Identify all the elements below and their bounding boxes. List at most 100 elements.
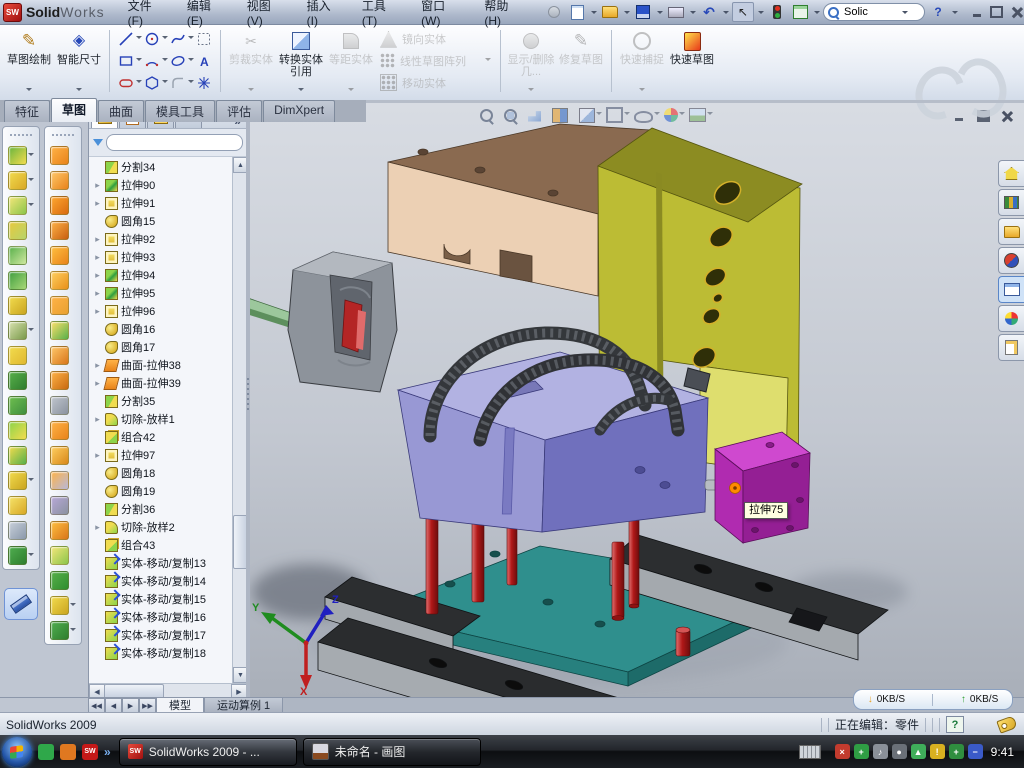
surface-tool-button[interactable]	[47, 245, 79, 266]
quick-launch-icon[interactable]	[38, 744, 54, 760]
surface-tool-button[interactable]	[47, 520, 79, 541]
feature-tool-button[interactable]	[5, 270, 37, 291]
lasso-select-tool[interactable]	[195, 30, 213, 48]
surface-tool-button[interactable]	[47, 145, 79, 166]
arc-tool[interactable]	[143, 52, 161, 70]
tree-item[interactable]: ▸ 切除-放样2	[89, 518, 232, 536]
surface-tool-button[interactable]	[47, 320, 79, 341]
tree-item[interactable]: ▸ 组合42	[89, 428, 232, 446]
surface-tool-button[interactable]	[47, 395, 79, 416]
filter-input[interactable]	[106, 134, 243, 151]
sketch-fillet-tool[interactable]	[169, 74, 187, 92]
open-caret-icon[interactable]	[624, 11, 630, 17]
options-button[interactable]	[790, 3, 810, 21]
surface-tool-button[interactable]	[47, 570, 79, 591]
quick-launch-icon[interactable]	[60, 744, 76, 760]
hud-button[interactable]	[528, 109, 548, 122]
tree-item[interactable]: ▸ 圆角16	[89, 320, 232, 338]
surface-tool-button[interactable]	[47, 370, 79, 391]
task-pane-tab[interactable]	[998, 189, 1024, 216]
tree-item[interactable]: ▸ 实体-移动/复制14	[89, 572, 232, 590]
tree-item[interactable]: ▸ 实体-移动/复制18	[89, 644, 232, 662]
start-button[interactable]	[2, 737, 32, 767]
surface-tool-button[interactable]	[47, 170, 79, 191]
tab-last-button[interactable]: ▶▶	[139, 698, 156, 713]
tree-item[interactable]: ▸ 曲面-拉伸38	[89, 356, 232, 374]
slot-tool[interactable]	[117, 74, 135, 92]
restore-button[interactable]	[989, 6, 1004, 19]
tree-item[interactable]: ▸ 曲面-拉伸39	[89, 374, 232, 392]
hud-button[interactable]	[664, 108, 685, 122]
expander-icon[interactable]: ▸	[93, 180, 102, 191]
tray-icon[interactable]: !	[930, 744, 945, 759]
quick-launch-overflow[interactable]: »	[104, 745, 111, 759]
feature-tool-button[interactable]	[5, 220, 37, 241]
command-tab[interactable]: 模具工具	[145, 100, 215, 122]
search-input[interactable]	[842, 5, 898, 19]
menu-item[interactable]: 帮助(H)	[475, 0, 534, 31]
tree-item[interactable]: ▸ 分割35	[89, 392, 232, 410]
scroll-down-icon[interactable]: ▼	[233, 667, 247, 683]
model-clamp-unit[interactable]	[248, 252, 397, 392]
line-tool[interactable]	[117, 30, 135, 48]
tree-item[interactable]: ▸ 拉伸96	[89, 302, 232, 320]
undo-button[interactable]: ↶	[699, 3, 719, 21]
surface-tool-button[interactable]	[47, 595, 79, 616]
feature-tool-button[interactable]	[5, 395, 37, 416]
feature-tool-button[interactable]	[5, 345, 37, 366]
feature-tool-button[interactable]	[5, 445, 37, 466]
document-tab[interactable]: 模型	[156, 698, 204, 713]
surface-tool-button[interactable]	[47, 220, 79, 241]
hud-button[interactable]	[579, 108, 602, 123]
surface-tool-button[interactable]	[47, 295, 79, 316]
smart-dimension-button[interactable]: ◈ 智能尺寸	[54, 26, 104, 96]
tree-item[interactable]: ▸ 圆角15	[89, 212, 232, 230]
tree-item[interactable]: ▸ 实体-移动/复制17	[89, 626, 232, 644]
taskbar-clock[interactable]: 9:41	[991, 745, 1014, 759]
print-button[interactable]	[666, 3, 686, 21]
tray-icon[interactable]: ×	[835, 744, 850, 759]
ellipse-tool[interactable]	[169, 52, 187, 70]
hud-button[interactable]	[634, 107, 660, 123]
surface-tool-button[interactable]	[47, 495, 79, 516]
feature-tool-button[interactable]	[5, 320, 37, 341]
tree-item[interactable]: ▸ 拉伸93	[89, 248, 232, 266]
feature-tool-button[interactable]	[5, 420, 37, 441]
tab-first-button[interactable]: ◀◀	[88, 698, 105, 713]
tree-item[interactable]: ▸ 圆角19	[89, 482, 232, 500]
tree-item[interactable]: ▸ 组合43	[89, 536, 232, 554]
task-pane-tab[interactable]	[998, 218, 1024, 245]
quick-launch-icon[interactable]: SW	[82, 744, 98, 760]
feature-tool-button[interactable]	[5, 145, 37, 166]
new-caret-icon[interactable]	[591, 11, 597, 17]
surface-tool-button[interactable]	[47, 345, 79, 366]
tab-prev-button[interactable]: ◀	[105, 698, 122, 713]
command-tab[interactable]: DimXpert	[263, 100, 335, 122]
expander-icon[interactable]: ▸	[93, 270, 102, 281]
hud-button[interactable]	[504, 109, 524, 122]
point-tool[interactable]	[195, 74, 213, 92]
task-pane-tab[interactable]	[998, 276, 1024, 303]
polygon-tool[interactable]	[143, 74, 161, 92]
task-pane-tab[interactable]	[998, 305, 1024, 332]
feature-tool-button[interactable]	[5, 245, 37, 266]
tree-item[interactable]: ▸ 实体-移动/复制13	[89, 554, 232, 572]
expander-icon[interactable]: ▸	[93, 252, 102, 263]
scroll-thumb[interactable]	[233, 515, 247, 569]
help-button[interactable]: ?	[928, 3, 948, 21]
surface-tool-button[interactable]	[47, 445, 79, 466]
tree-item[interactable]: ▸ 分割36	[89, 500, 232, 518]
menu-item[interactable]: 编辑(E)	[178, 0, 236, 31]
command-tab[interactable]: 特征	[4, 100, 50, 122]
search-caret-icon[interactable]	[902, 11, 908, 17]
expander-icon[interactable]: ▸	[93, 288, 102, 299]
feature-tool-button[interactable]	[5, 195, 37, 216]
expander-icon[interactable]: ▸	[93, 414, 102, 425]
sketch-button[interactable]: ✎ 草图绘制	[4, 26, 54, 96]
surface-tool-button[interactable]	[47, 545, 79, 566]
model-insert-block[interactable]	[715, 432, 810, 543]
tray-icon[interactable]: ●	[892, 744, 907, 759]
command-tab[interactable]: 评估	[216, 100, 262, 122]
new-document-button[interactable]	[567, 3, 587, 21]
undo-caret-icon[interactable]	[723, 11, 729, 17]
